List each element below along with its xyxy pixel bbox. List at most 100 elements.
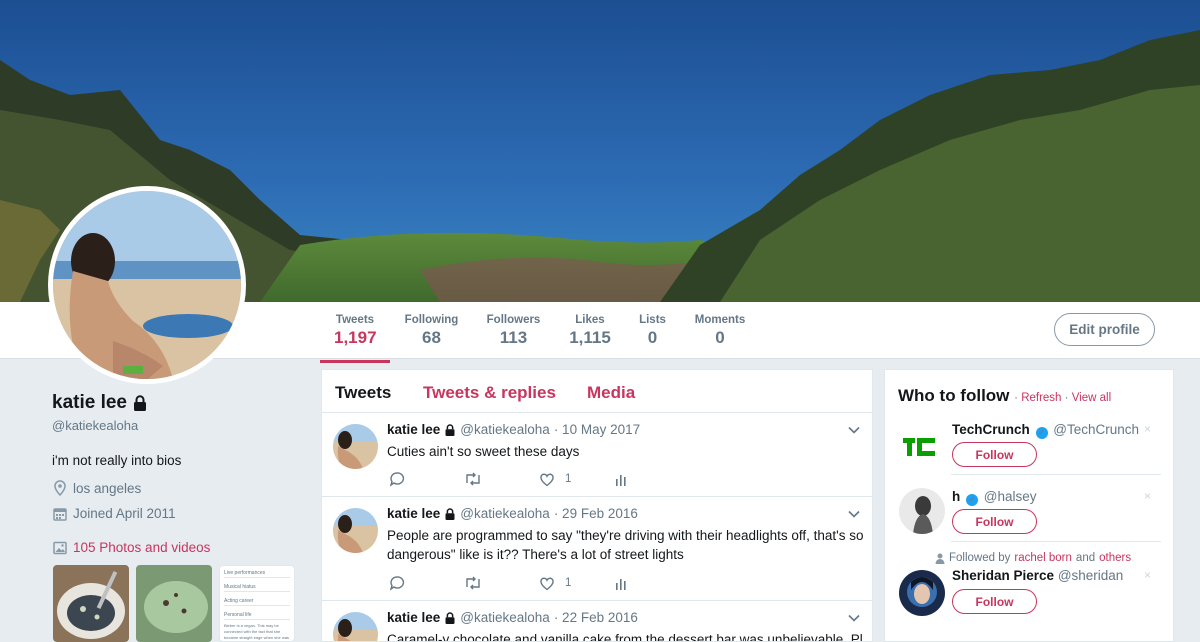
- profile-handle: @katiekealoha: [52, 418, 139, 433]
- tweet-avatar[interactable]: [333, 424, 378, 469]
- stat-value: 1,115: [569, 328, 611, 347]
- profile-bio: i'm not really into bios: [52, 453, 182, 468]
- who-to-follow: Who to follow · Refresh · View all TechC…: [884, 369, 1174, 642]
- suggestion-name[interactable]: h ✓ @halsey: [952, 489, 1147, 506]
- stat-followers[interactable]: Followers 113: [486, 314, 541, 348]
- stat-value: 0: [715, 328, 725, 347]
- tweet-date[interactable]: · 29 Feb 2016: [554, 506, 638, 521]
- dismiss-icon[interactable]: ×: [1144, 489, 1151, 503]
- follow-button[interactable]: Follow: [952, 509, 1037, 534]
- tab-media[interactable]: Media: [587, 383, 635, 403]
- stat-label: Lists: [639, 314, 666, 326]
- view-all-link[interactable]: View all: [1072, 392, 1111, 404]
- divider: [951, 541, 1161, 542]
- analytics-icon: [616, 579, 626, 590]
- suggestion-avatar[interactable]: [899, 423, 945, 469]
- tweet-actions: 1: [389, 471, 628, 487]
- refresh-link[interactable]: Refresh: [1021, 392, 1061, 404]
- lock-icon: [445, 423, 455, 436]
- tweet-handle[interactable]: @katiekealoha: [460, 610, 550, 625]
- chevron-down-icon[interactable]: [848, 612, 860, 624]
- chevron-down-icon[interactable]: [848, 424, 860, 436]
- reply-button[interactable]: [389, 471, 464, 487]
- photo-thumbnail[interactable]: [53, 565, 129, 642]
- tweet-handle[interactable]: @katiekealoha: [460, 422, 550, 437]
- profile-joined: Joined April 2011: [53, 506, 176, 521]
- thumbnail-item: Musical hiatus: [224, 583, 290, 592]
- tab-tweets[interactable]: Tweets: [335, 383, 391, 403]
- halsey-avatar-image: [899, 488, 945, 534]
- stat-label: Followers: [486, 314, 541, 326]
- tweet-author-name[interactable]: katie lee: [387, 610, 440, 625]
- thumbnail-item: Acting career: [224, 597, 290, 606]
- tweet-author-name[interactable]: katie lee: [387, 422, 440, 437]
- analytics-button[interactable]: [614, 576, 628, 590]
- suggestion-handle: @TechCrunch: [1053, 422, 1140, 437]
- stat-likes[interactable]: Likes 1,115: [568, 314, 612, 348]
- tweet[interactable]: katie lee @katiekealoha · 29 Feb 2016 Pe…: [322, 497, 872, 601]
- verified-badge-icon: ✓: [1035, 427, 1048, 439]
- stat-tweets[interactable]: Tweets 1,197: [320, 314, 390, 363]
- follow-suggestion: h ✓ @halsey × Follow: [885, 487, 1173, 547]
- profile-name: katie lee: [52, 392, 127, 413]
- tweet-avatar[interactable]: [333, 508, 378, 553]
- follow-button[interactable]: Follow: [952, 442, 1037, 467]
- image-icon: [53, 541, 67, 554]
- photo-thumbnail[interactable]: [136, 565, 212, 642]
- stat-moments[interactable]: Moments 0: [693, 314, 747, 348]
- retweet-icon: [466, 472, 480, 486]
- followed-by-user-link[interactable]: rachel born: [1014, 552, 1072, 564]
- stat-value: 0: [647, 328, 658, 347]
- tweet-header: katie lee @katiekealoha · 10 May 2017: [387, 422, 640, 437]
- stat-following[interactable]: Following 68: [404, 314, 459, 348]
- chevron-down-icon[interactable]: [848, 508, 860, 520]
- timeline: Tweets Tweets & replies Media katie lee …: [321, 369, 873, 642]
- stat-label: Likes: [575, 314, 605, 326]
- reply-icon: [389, 576, 405, 591]
- tweet[interactable]: katie lee @katiekealoha · 22 Feb 2016 Ca…: [322, 601, 872, 641]
- suggestion-name[interactable]: Sheridan Pierce @sheridan: [952, 568, 1147, 583]
- lock-icon: [134, 395, 146, 411]
- followed-by-others-link[interactable]: others: [1099, 552, 1131, 564]
- profile-location: los angeles: [53, 480, 141, 496]
- tweet-header: katie lee @katiekealoha · 29 Feb 2016: [387, 506, 638, 521]
- photos-videos-link[interactable]: 105 Photos and videos: [53, 540, 210, 555]
- tweet-handle[interactable]: @katiekealoha: [460, 506, 550, 521]
- dismiss-icon[interactable]: ×: [1144, 422, 1151, 436]
- retweet-icon: [466, 576, 480, 590]
- tweet-date[interactable]: · 22 Feb 2016: [554, 610, 638, 625]
- location-pin-icon: [54, 480, 66, 496]
- like-count: 1: [565, 577, 572, 589]
- lock-icon: [445, 507, 455, 520]
- stat-label: Following: [404, 314, 459, 326]
- like-button[interactable]: 1: [539, 576, 614, 591]
- followed-by-prefix: Followed by: [949, 552, 1011, 564]
- follow-button[interactable]: Follow: [952, 589, 1037, 614]
- profile-card: katie lee @katiekealoha i'm not really i…: [52, 392, 302, 468]
- retweet-button[interactable]: [464, 575, 539, 591]
- tweet[interactable]: katie lee @katiekealoha · 10 May 2017 Cu…: [322, 413, 872, 497]
- tweet-avatar[interactable]: [333, 612, 378, 641]
- tweet-header: katie lee @katiekealoha · 22 Feb 2016: [387, 610, 638, 625]
- edit-profile-button[interactable]: Edit profile: [1054, 313, 1155, 346]
- dismiss-icon[interactable]: ×: [1144, 568, 1151, 582]
- tab-tweets-replies[interactable]: Tweets & replies: [423, 383, 556, 403]
- separator-dot: ·: [1014, 392, 1018, 404]
- heart-icon: [540, 577, 554, 590]
- suggestion-name[interactable]: TechCrunch ✓ @TechCrunch: [952, 422, 1147, 439]
- follow-suggestion: TechCrunch ✓ @TechCrunch × Follow: [885, 420, 1173, 478]
- tweet-avatar-image: [333, 612, 378, 641]
- reply-button[interactable]: [389, 575, 464, 591]
- like-button[interactable]: 1: [539, 472, 614, 487]
- tweet-avatar-image: [333, 424, 378, 469]
- photo-thumbnail[interactable]: Live performances Musical hiatus Acting …: [219, 565, 295, 642]
- suggestion-avatar[interactable]: [899, 570, 945, 616]
- analytics-button[interactable]: [614, 472, 628, 486]
- suggestion-avatar[interactable]: [899, 488, 945, 534]
- tweet-author-name[interactable]: katie lee: [387, 506, 440, 521]
- profile-avatar[interactable]: [48, 186, 246, 384]
- stat-label: Moments: [694, 314, 746, 326]
- retweet-button[interactable]: [464, 471, 539, 487]
- stat-lists[interactable]: Lists 0: [637, 314, 668, 348]
- tweet-date[interactable]: · 10 May 2017: [554, 422, 640, 437]
